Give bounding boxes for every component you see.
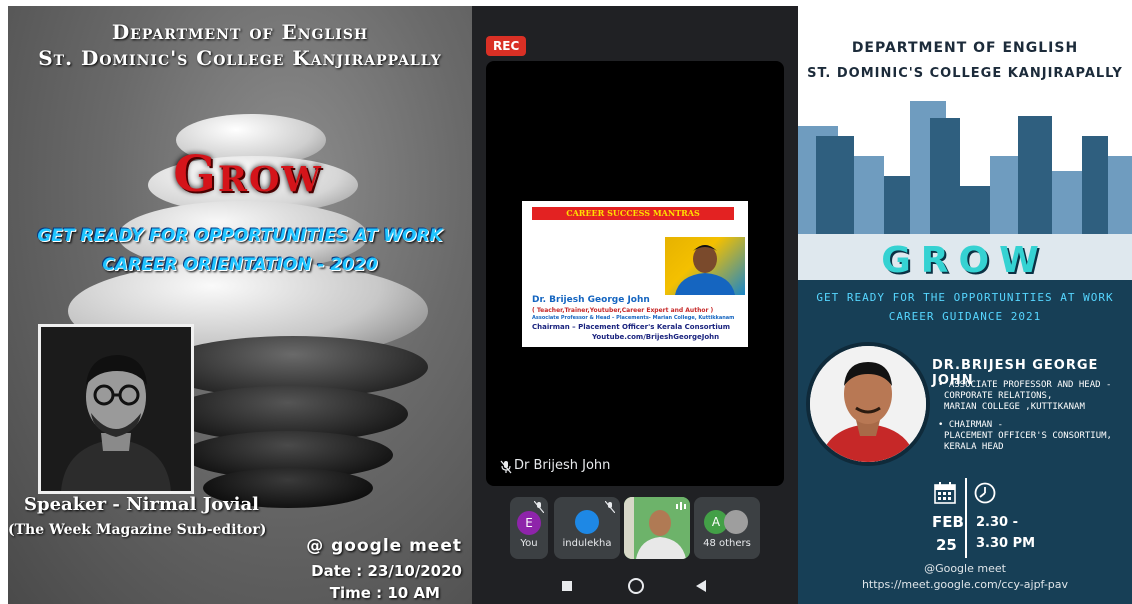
speaker-name: Speaker - Nirmal Jovial bbox=[24, 494, 260, 515]
event-time-end: 3.30 PM bbox=[976, 536, 1036, 551]
event-time-start: 2.30 - bbox=[976, 515, 1018, 530]
college-heading: St. Dominic's College Kanjirappally bbox=[38, 46, 442, 70]
slide-name: Dr. Brijesh George John bbox=[532, 295, 650, 305]
shared-slide: CAREER SUCCESS MANTRAS Dr. Brijesh Georg… bbox=[522, 201, 748, 347]
slide-presenter-photo bbox=[665, 237, 745, 295]
skyline-building bbox=[854, 156, 884, 246]
slide-line3: Chairman – Placement Officer's Kerala Co… bbox=[532, 323, 731, 331]
event-title: GROW bbox=[881, 240, 1049, 281]
participant-avatar bbox=[575, 510, 599, 534]
clock-icon bbox=[974, 482, 996, 504]
slide-line2: Associate Professor & Head – Placements-… bbox=[532, 315, 735, 321]
slide-line1: ( Teacher,Trainer,Youtuber,Career Expert… bbox=[532, 307, 714, 314]
square-nav-icon[interactable] bbox=[562, 581, 572, 591]
speaker-photo bbox=[806, 342, 930, 466]
presenter-thumbnail-graphic bbox=[675, 245, 735, 295]
participant-label: 48 others bbox=[703, 538, 751, 549]
right-event-poster: DEPARTMENT OF ENGLISH ST. DOMINIC'S COLL… bbox=[798, 6, 1132, 604]
participant-avatar: E bbox=[517, 511, 541, 535]
recording-badge: REC bbox=[486, 36, 527, 56]
tagline-primary: GET READY FOR OPPORTUNITIES AT WORK bbox=[37, 226, 443, 246]
platform-label: @ google meet bbox=[306, 536, 462, 556]
triangle-back-icon[interactable] bbox=[696, 580, 706, 592]
speaker-bio-line: KERALA HEAD bbox=[944, 442, 1004, 452]
participant-label: You bbox=[520, 538, 538, 549]
college-heading: ST. DOMINIC'S COLLEGE KANJIRAPALLY bbox=[807, 66, 1123, 81]
active-speaker-name: Dr Brijesh John bbox=[514, 458, 611, 473]
participant-tile-others[interactable]: A 48 others bbox=[694, 497, 760, 559]
speaker-bio-line: • ASSOCIATE PROFESSOR AND HEAD - bbox=[938, 380, 1112, 390]
department-heading: DEPARTMENT OF ENGLISH bbox=[851, 40, 1079, 56]
meeting-link[interactable]: https://meet.google.com/ccy-ajpf-pav bbox=[798, 578, 1132, 591]
participant-avatar-secondary bbox=[724, 510, 748, 534]
speaker-portrait-graphic bbox=[41, 327, 191, 491]
speaker-portrait-graphic bbox=[810, 346, 926, 462]
tagline-primary: GET READY FOR THE OPPORTUNITIES AT WORK bbox=[816, 291, 1114, 304]
department-heading: Department of English bbox=[111, 20, 369, 44]
meet-call-screen: REC CAREER SUCCESS MANTRAS Dr. Brijesh G… bbox=[472, 6, 798, 604]
speaker-role: (The Week Magazine Sub-editor) bbox=[8, 522, 267, 538]
event-time: Time : 10 AM bbox=[329, 584, 440, 602]
speaker-bio-line: PLACEMENT OFFICER'S CONSORTIUM, bbox=[944, 431, 1112, 441]
main-video-tile[interactable]: CAREER SUCCESS MANTRAS Dr. Brijesh Georg… bbox=[486, 61, 784, 486]
slide-header: CAREER SUCCESS MANTRAS bbox=[532, 207, 734, 220]
tagline-secondary: CAREER GUIDANCE 2021 bbox=[888, 310, 1042, 323]
platform-label: @Google meet bbox=[924, 562, 1006, 575]
slide-line4: Youtube.com/BrijeshGeorgeJohn bbox=[592, 333, 720, 341]
circle-nav-icon[interactable] bbox=[628, 578, 644, 594]
event-month: FEB bbox=[932, 513, 964, 531]
participant-tile-you[interactable]: E You bbox=[510, 497, 548, 559]
mic-off-icon bbox=[534, 501, 544, 513]
skyline-building bbox=[1082, 136, 1108, 246]
tagline-secondary: CAREER ORIENTATION - 2020 bbox=[102, 255, 378, 275]
speaker-bio-line: CORPORATE RELATIONS, bbox=[944, 391, 1053, 401]
skyline-building bbox=[930, 118, 960, 246]
left-event-poster: Department of English St. Dominic's Coll… bbox=[8, 6, 472, 604]
speaker-photo bbox=[38, 324, 194, 494]
participant-tile-indulekha[interactable]: indulekha bbox=[554, 497, 620, 559]
participant-tile-video[interactable] bbox=[624, 497, 690, 559]
calendar-icon bbox=[934, 482, 956, 504]
audio-level-icon bbox=[676, 502, 686, 510]
date-time-divider bbox=[965, 478, 967, 558]
event-day: 25 bbox=[936, 536, 957, 554]
skyline-building bbox=[1018, 116, 1052, 246]
skyline-building bbox=[1108, 156, 1132, 246]
mic-off-icon bbox=[605, 501, 615, 513]
event-title: Grow bbox=[173, 144, 323, 203]
participant-label: indulekha bbox=[562, 538, 612, 549]
event-date: Date : 23/10/2020 bbox=[311, 562, 462, 580]
speaker-bio-line: MARIAN COLLEGE ,KUTTIKANAM bbox=[944, 402, 1085, 412]
skyline-building bbox=[990, 156, 1018, 246]
speaker-bio-line: • CHAIRMAN - bbox=[938, 420, 1004, 430]
mic-off-icon bbox=[500, 460, 512, 474]
skyline-building bbox=[816, 136, 854, 246]
